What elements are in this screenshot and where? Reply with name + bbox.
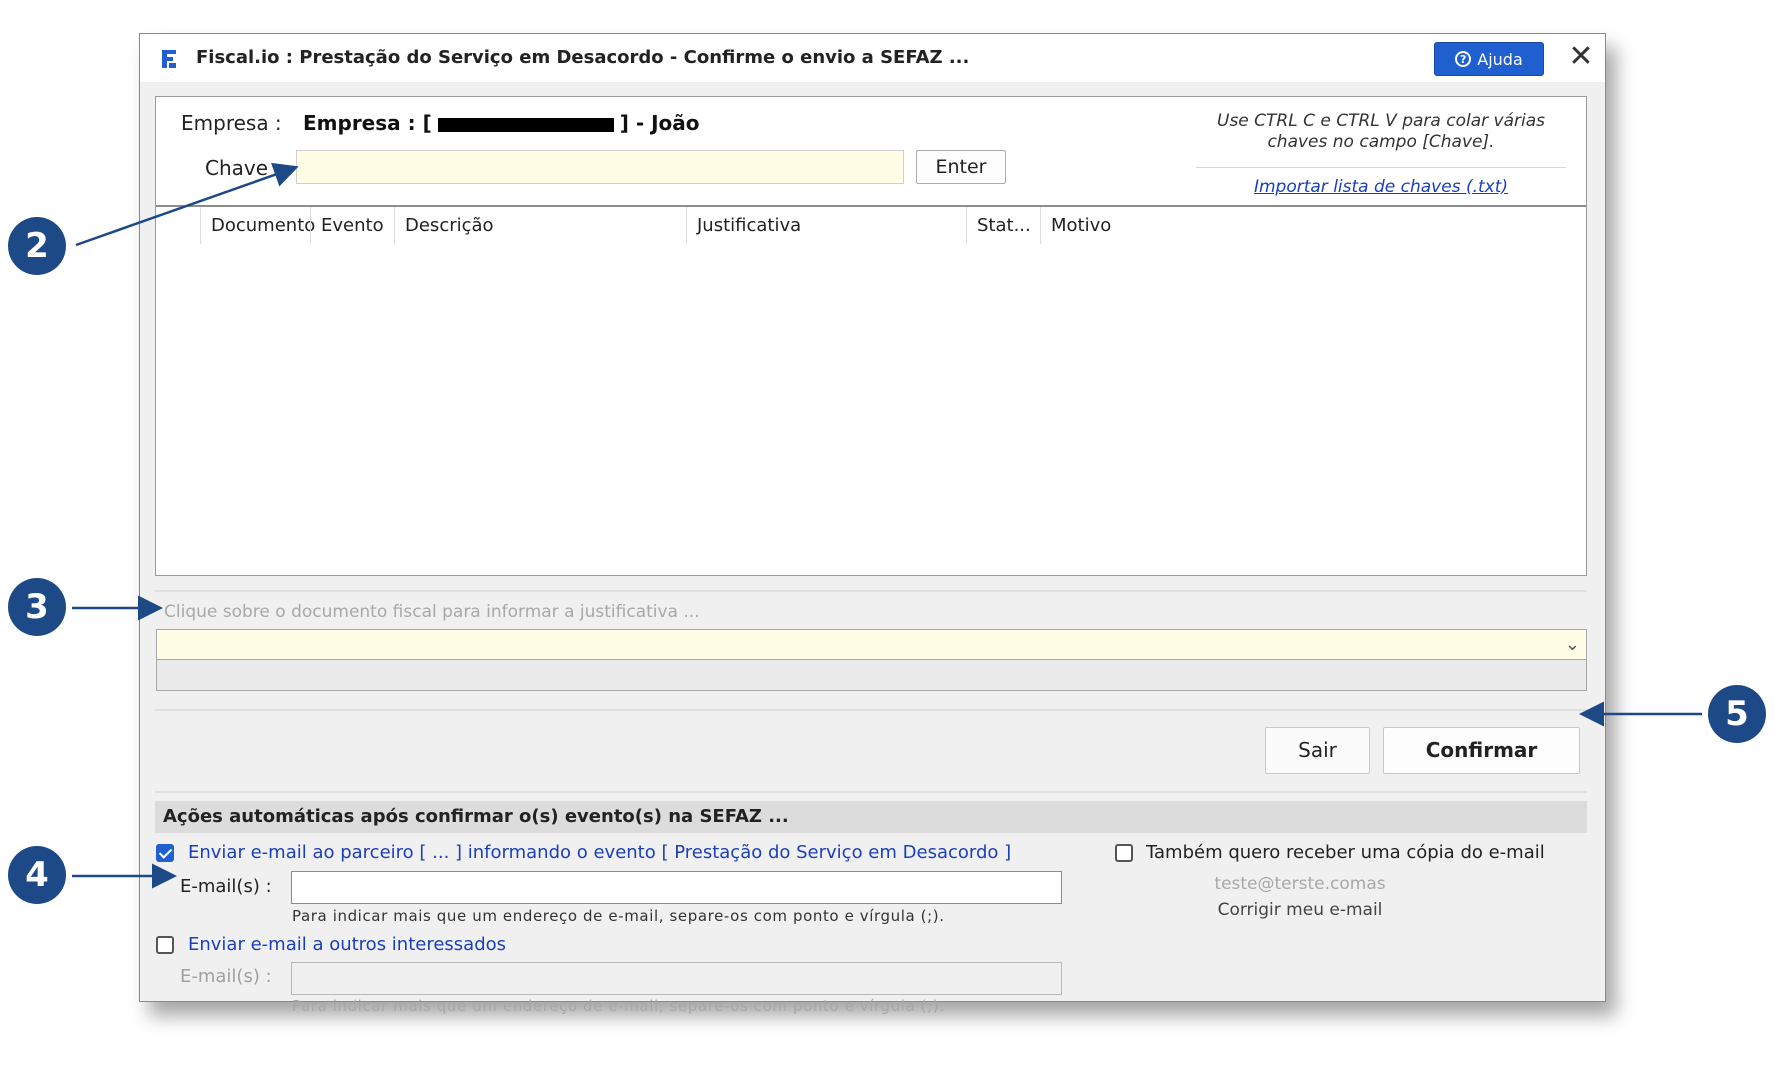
paste-hint: Use CTRL C e CTRL V para colar várias ch… bbox=[1217, 111, 1545, 152]
title-bar: Fiscal.io : Prestação do Serviço em Desa… bbox=[140, 34, 1605, 82]
help-icon: ? bbox=[1455, 51, 1472, 67]
column-header-descricao[interactable]: Descrição bbox=[394, 207, 686, 244]
partner-email-label[interactable]: Enviar e-mail ao parceiro [ ... ] inform… bbox=[188, 842, 1011, 863]
others-emails-hint: Para indicar mais que um endereço de e-m… bbox=[292, 997, 945, 1015]
fix-email-link[interactable]: Corrigir meu e-mail bbox=[1100, 900, 1500, 920]
sair-button[interactable]: Sair bbox=[1265, 727, 1370, 774]
others-emails-input[interactable] bbox=[291, 962, 1062, 995]
column-header-documento[interactable]: Documento bbox=[200, 207, 315, 244]
empresa-suffix: ] - João bbox=[619, 111, 700, 135]
others-email-label[interactable]: Enviar e-mail a outros interessados bbox=[188, 934, 506, 955]
auto-actions-header: Ações automáticas após confirmar o(s) ev… bbox=[155, 801, 1587, 833]
justificativa-select[interactable]: ⌄ bbox=[156, 629, 1587, 660]
others-email-checkbox[interactable] bbox=[156, 936, 174, 954]
partner-emails-input[interactable] bbox=[291, 871, 1062, 904]
column-header-evento[interactable]: Evento bbox=[310, 207, 394, 244]
copy-email-label[interactable]: Também quero receber uma cópia do e-mail bbox=[1146, 842, 1545, 863]
partner-emails-hint: Para indicar mais que um endereço de e-m… bbox=[292, 907, 945, 925]
redacted-block bbox=[437, 117, 614, 132]
callout-badge-2: 2 bbox=[8, 217, 66, 275]
my-email-value: teste@terste.comas bbox=[1214, 874, 1386, 894]
partner-emails-label: E-mail(s) : bbox=[180, 876, 272, 897]
import-keys-link[interactable]: Importar lista de chaves (.txt) bbox=[1196, 177, 1566, 197]
chave-input[interactable] bbox=[296, 150, 904, 184]
auto-actions-title: Ações automáticas após confirmar o(s) ev… bbox=[163, 806, 789, 827]
callout-badge-5: 5 bbox=[1708, 685, 1766, 743]
fiscal-io-logo-icon bbox=[162, 50, 176, 68]
column-header-status[interactable]: Stat... bbox=[966, 207, 1040, 244]
chave-label: Chave : bbox=[205, 156, 282, 180]
dialog-window: Fiscal.io : Prestação do Serviço em Desa… bbox=[139, 33, 1606, 1015]
column-header-motivo[interactable]: Motivo bbox=[1040, 207, 1425, 244]
empresa-label: Empresa : bbox=[181, 111, 282, 135]
window-title: Fiscal.io : Prestação do Serviço em Desa… bbox=[196, 47, 970, 68]
callout-badge-4: 4 bbox=[8, 846, 66, 904]
auto-actions-divider bbox=[155, 791, 1587, 793]
empresa-value: Empresa : [ ] - João bbox=[303, 111, 700, 135]
actions-divider bbox=[155, 709, 1587, 711]
empresa-prefix: Empresa : [ bbox=[303, 111, 432, 135]
grid-header: Documento Evento Descrição Justificativa… bbox=[156, 207, 1586, 244]
justificativa-hint: Clique sobre o documento fiscal para inf… bbox=[164, 602, 700, 622]
column-header-justificativa[interactable]: Justificativa bbox=[686, 207, 966, 244]
chevron-down-icon[interactable]: ⌄ bbox=[1565, 634, 1580, 655]
close-icon[interactable]: ✕ bbox=[1564, 40, 1598, 74]
justificativa-text-box[interactable] bbox=[156, 660, 1587, 691]
justificativa-divider bbox=[155, 590, 1587, 592]
copy-email-checkbox[interactable] bbox=[1115, 844, 1133, 862]
help-button[interactable]: ? Ajuda bbox=[1434, 42, 1544, 76]
enter-button[interactable]: Enter bbox=[916, 150, 1006, 184]
events-panel: Empresa : Empresa : [ ] - João Chave : En… bbox=[155, 96, 1587, 576]
callout-badge-3: 3 bbox=[8, 578, 66, 636]
help-button-label: Ajuda bbox=[1477, 49, 1523, 69]
hint-divider bbox=[1196, 167, 1566, 168]
others-emails-label: E-mail(s) : bbox=[180, 966, 272, 987]
confirmar-button[interactable]: Confirmar bbox=[1383, 727, 1580, 774]
partner-email-checkbox[interactable] bbox=[156, 844, 174, 862]
